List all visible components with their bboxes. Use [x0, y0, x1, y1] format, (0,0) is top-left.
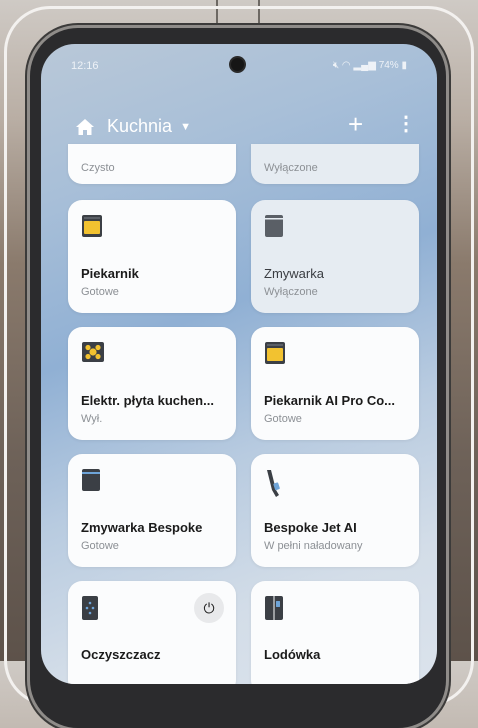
- device-card-zmywarka-bespoke[interactable]: Zmywarka Bespoke Gotowe: [68, 454, 236, 567]
- power-button[interactable]: ⏻: [194, 593, 224, 623]
- room-title: Kuchnia: [107, 116, 173, 136]
- mute-icon: 🔇︎: [332, 60, 340, 71]
- wifi-icon: ◠: [341, 60, 351, 71]
- status-icons: 🔇︎ ◠ ▂▄▆ 74% ▮: [333, 60, 407, 71]
- dishwasher-icon: [82, 469, 100, 491]
- device-status: Gotowe: [81, 540, 119, 552]
- device-status: Wyłączone: [264, 162, 318, 174]
- front-camera: [231, 58, 244, 71]
- device-status: Wył.: [81, 413, 103, 425]
- device-name: Zmywarka Bespoke: [81, 520, 203, 535]
- home-icon: [76, 118, 94, 135]
- device-name: Piekarnik AI Pro Co...: [264, 393, 396, 408]
- room-selector[interactable]: Kuchnia ▼: [75, 116, 191, 137]
- device-status: Wyłączone: [264, 286, 318, 298]
- device-status: Czysto: [81, 162, 115, 174]
- signal-icon: ▂▄▆: [353, 60, 376, 71]
- status-time: 12:16: [71, 60, 99, 72]
- device-card-piekarnik[interactable]: Piekarnik Gotowe: [68, 200, 236, 313]
- dishwasher-icon: [265, 215, 283, 237]
- device-status: Gotowe: [264, 413, 302, 425]
- oven-icon: [82, 215, 102, 237]
- device-card-plyta[interactable]: Elektr. płyta kuchen... Wył.: [68, 327, 236, 440]
- air-purifier-icon: [82, 596, 98, 620]
- fridge-icon: [265, 596, 283, 620]
- device-card-lodowka[interactable]: Lodówka: [251, 581, 419, 684]
- oven-icon: [265, 342, 285, 364]
- phone-screen: 12:16 🔇︎ ◠ ▂▄▆ 74% ▮ Kuchnia ▼ + ⋮ Czyst…: [41, 44, 437, 684]
- device-name: Zmywarka: [264, 266, 324, 281]
- device-card[interactable]: Wyłączone: [251, 144, 419, 184]
- power-icon: ⏻: [203, 599, 215, 616]
- battery-icon: ▮: [401, 60, 407, 71]
- device-name: Elektr. płyta kuchen...: [81, 393, 214, 408]
- add-button[interactable]: +: [348, 111, 363, 137]
- device-status: Gotowe: [81, 286, 119, 298]
- device-card[interactable]: Czysto: [68, 144, 236, 184]
- caret-down-icon: ▼: [180, 120, 191, 133]
- battery-level: 74%: [378, 60, 399, 71]
- device-card-piekarnik-ai[interactable]: Piekarnik AI Pro Co... Gotowe: [251, 327, 419, 440]
- device-status: W pełni naładowany: [264, 540, 363, 552]
- device-card-jet-ai[interactable]: Bespoke Jet AI W pełni naładowany: [251, 454, 419, 567]
- device-name: Oczyszczacz: [81, 647, 161, 662]
- more-options-button[interactable]: ⋮: [396, 112, 416, 136]
- device-card-oczyszczacz[interactable]: ⏻ Oczyszczacz: [68, 581, 236, 684]
- device-name: Lodówka: [264, 647, 321, 662]
- device-name: Piekarnik: [81, 266, 139, 281]
- device-card-zmywarka[interactable]: Zmywarka Wyłączone: [251, 200, 419, 313]
- cooktop-icon: [82, 342, 104, 362]
- stick-vacuum-icon: [267, 470, 280, 497]
- device-name: Bespoke Jet AI: [264, 520, 357, 535]
